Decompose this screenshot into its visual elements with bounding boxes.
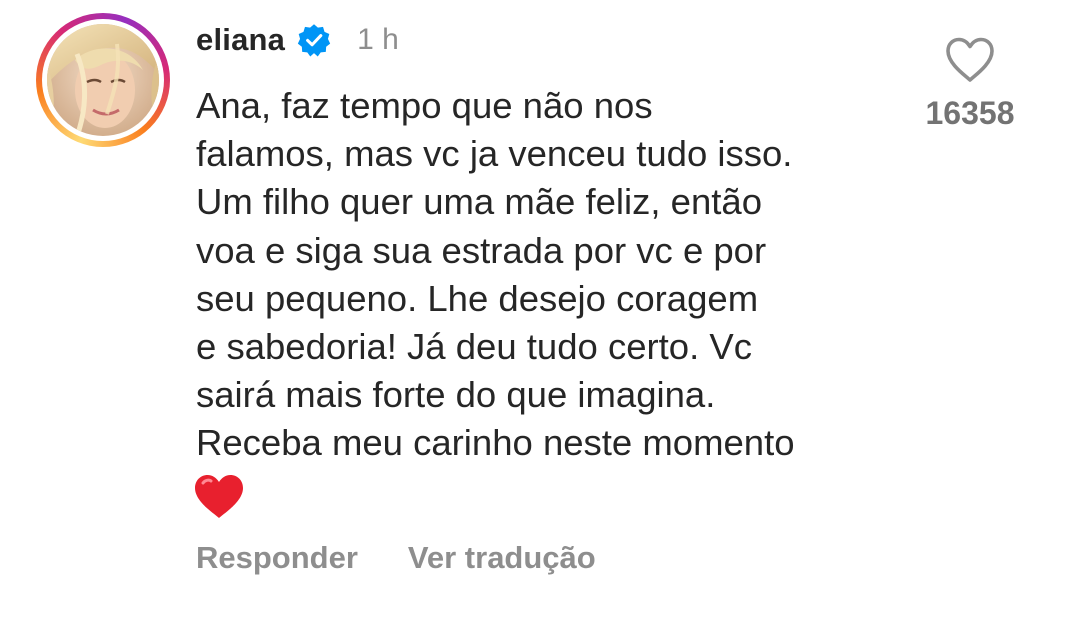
comment-text: Ana, faz tempo que não nos falamos, mas … (196, 82, 916, 468)
comment-header: eliana 1 h (196, 18, 399, 62)
comment-line: falamos, mas vc ja venceu tudo isso. (196, 133, 793, 175)
heart-outline-icon[interactable] (944, 36, 996, 84)
avatar-frame (42, 19, 164, 141)
comment-line: Receba meu carinho neste momento (196, 422, 795, 464)
comment-line: Ana, faz tempo que não nos (196, 85, 653, 126)
like-count[interactable]: 16358 (900, 95, 1040, 132)
avatar[interactable] (47, 24, 159, 136)
comment-line: e sabedoria! Já deu tudo certo. Vc (196, 326, 752, 368)
username[interactable]: eliana (196, 22, 285, 58)
comment-line: voa e siga sua estrada por vc e por (196, 229, 767, 271)
reply-button[interactable]: Responder (196, 540, 358, 576)
red-heart-emoji-icon (195, 475, 243, 518)
comment-time: 1 h (357, 23, 399, 56)
avatar-photo (47, 24, 159, 136)
comment-line: Um filho quer uma mãe feliz, então (196, 181, 763, 223)
comment-actions: Responder Ver tradução (196, 540, 596, 576)
comment-line: seu pequeno. Lhe desejo coragem (196, 277, 759, 319)
see-translation-button[interactable]: Ver tradução (408, 540, 596, 576)
story-ring[interactable] (36, 13, 170, 147)
comment-line: sairá mais forte do que imagina. (196, 374, 716, 416)
verified-badge-icon (297, 24, 331, 57)
